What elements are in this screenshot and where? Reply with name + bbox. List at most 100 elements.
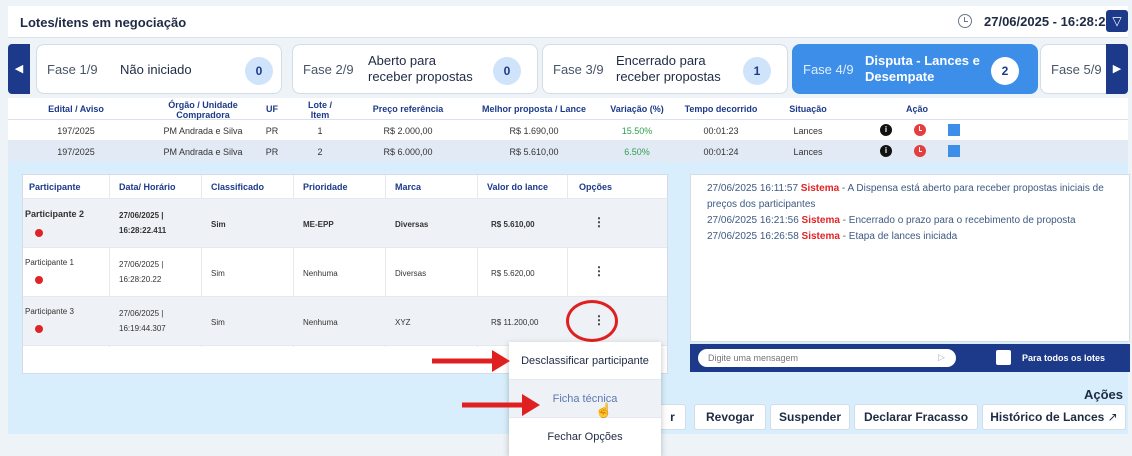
table-cell: PM Andrada e Silva — [163, 126, 243, 136]
phase-count: 2 — [991, 57, 1019, 85]
phase-card-3[interactable]: Fase 3/9 Encerrado para receber proposta… — [542, 44, 788, 94]
status-dot — [35, 325, 43, 333]
brand-value: Diversas — [395, 269, 427, 278]
log-entry: 27/06/2025 16:26:58 Sistema - Etapa de l… — [707, 229, 1117, 245]
column-header: Marca — [395, 182, 422, 192]
bid-value: R$ 5.620,00 — [491, 269, 535, 278]
phase-count: 1 — [743, 57, 771, 85]
more-options-icon[interactable]: ⋮ — [593, 215, 605, 229]
send-icon[interactable]: ▷ — [938, 352, 950, 364]
column-header: Lote / Item — [308, 100, 332, 120]
square-icon[interactable] — [948, 124, 960, 136]
table-cell: 1 — [317, 126, 323, 136]
table-row[interactable]: 197/2025 PM Andrada e Silva PR 1 R$ 2.00… — [8, 120, 1128, 141]
classified-value: Sim — [211, 220, 226, 229]
log-message: - Etapa de lances iniciada — [839, 231, 958, 242]
annotation-arrow-icon — [432, 350, 510, 372]
square-icon[interactable] — [948, 145, 960, 157]
participant-name: Participante 3 — [25, 307, 74, 316]
hand-cursor-icon: ☝ — [595, 402, 613, 418]
priority-value: Nenhuma — [303, 269, 338, 278]
table-cell: 00:01:24 — [703, 147, 739, 157]
event-log: 27/06/2025 16:11:57 Sistema - A Dispensa… — [690, 174, 1130, 342]
bid-date: 27/06/2025 | — [119, 309, 164, 318]
current-datetime: 27/06/2025 - 16:28:22 — [984, 14, 1113, 29]
phase-number: Fase 3/9 — [553, 62, 604, 77]
classified-value: Sim — [211, 318, 225, 327]
more-options-icon[interactable]: ⋮ — [593, 264, 605, 278]
clock-icon[interactable] — [914, 124, 926, 136]
phase-card-4[interactable]: Fase 4/9 Disputa - Lances e Desempate 2 — [792, 44, 1038, 94]
table-cell: R$ 5.610,00 — [509, 147, 559, 157]
log-timestamp: 27/06/2025 16:11:57 — [707, 183, 799, 194]
classified-value: Sim — [211, 269, 225, 278]
phase-label: Disputa - Lances e Desempate — [865, 53, 980, 84]
table-cell: PR — [265, 126, 279, 136]
info-icon[interactable]: i — [880, 124, 892, 136]
table-row[interactable]: 197/2025 PM Andrada e Silva PR 2 R$ 6.00… — [8, 141, 1128, 162]
table-cell: 197/2025 — [57, 147, 95, 157]
table-cell: 15.50% — [621, 126, 653, 136]
revogar-button[interactable]: Revogar — [694, 404, 766, 430]
phase-number: Fase 2/9 — [303, 62, 354, 77]
bid-date: 27/06/2025 | — [119, 260, 164, 269]
status-dot — [35, 276, 43, 284]
bid-time: 16:19:44.307 — [119, 324, 166, 333]
highlight-circle — [566, 300, 618, 342]
all-lots-checkbox[interactable] — [996, 350, 1011, 365]
bid-value: R$ 11.200,00 — [491, 318, 539, 327]
chevron-right-icon[interactable]: ▶ — [1106, 44, 1128, 94]
chevron-left-icon[interactable]: ◀ — [8, 44, 30, 94]
info-icon[interactable]: i — [880, 145, 892, 157]
historico-lances-label: Histórico de Lances — [990, 410, 1105, 424]
desclassificar-participante-menu-item[interactable]: Desclassificar participante — [509, 342, 661, 380]
phase-card-5[interactable]: Fase 5/9 — [1040, 44, 1110, 94]
table-cell: R$ 2.000,00 — [383, 126, 433, 136]
partial-action-button[interactable]: r — [660, 404, 686, 430]
bid-date: 27/06/2025 | — [119, 211, 164, 220]
table-cell: PR — [265, 147, 279, 157]
log-entry: 27/06/2025 16:21:56 Sistema - Encerrado … — [707, 213, 1117, 229]
all-lots-label: Para todos os lotes — [1022, 353, 1106, 363]
bid-time: 16:28:22.411 — [119, 226, 167, 235]
phase-strip: ◀ Fase 1/9 Não iniciado 0 Fase 2/9 Abert… — [8, 44, 1128, 94]
suspender-button[interactable]: Suspender — [770, 404, 850, 430]
annotation-arrow-icon — [462, 394, 540, 416]
priority-value: ME-EPP — [303, 220, 334, 229]
phase-card-1[interactable]: Fase 1/9 Não iniciado 0 — [36, 44, 282, 94]
column-header: Participante — [29, 182, 81, 192]
message-bar: ▷ Para todos os lotes — [690, 344, 1130, 372]
column-header: UF — [266, 104, 278, 114]
column-header: Opções — [579, 182, 613, 192]
lots-table: Edital / Aviso Órgão / Unidade Comprador… — [8, 98, 1128, 162]
bid-time: 16:28:20.22 — [119, 275, 162, 284]
brand-value: Diversas — [395, 220, 429, 229]
participant-name: Participante 1 — [25, 258, 74, 267]
page-title: Lotes/itens em negociação — [20, 15, 187, 30]
table-cell: Lances — [793, 147, 823, 157]
log-source: Sistema — [801, 215, 840, 226]
column-header: Variação (%) — [610, 104, 664, 114]
historico-lances-button[interactable]: Histórico de Lances ↗ — [982, 404, 1126, 430]
table-cell: 2 — [317, 147, 323, 157]
message-input[interactable] — [698, 349, 956, 367]
table-row[interactable]: Participante 1 27/06/2025 | 16:28:20.22 … — [23, 248, 667, 297]
column-header: Valor do lance — [487, 182, 549, 192]
actions-title: Ações — [1084, 387, 1124, 402]
participant-name: Participante 2 — [25, 209, 85, 219]
log-message: - Encerrado o prazo para o recebimento d… — [839, 215, 1076, 226]
column-header: Preço referência — [372, 104, 444, 114]
table-row[interactable]: Participante 2 27/06/2025 | 16:28:22.411… — [23, 199, 667, 248]
declarar-fracasso-button[interactable]: Declarar Fracasso — [854, 404, 978, 430]
fechar-opcoes-menu-item[interactable]: Fechar Opções — [509, 418, 661, 456]
clock-icon[interactable] — [914, 145, 926, 157]
column-header: Órgão / Unidade Compradora — [168, 100, 238, 120]
lots-table-header: Edital / Aviso Órgão / Unidade Comprador… — [8, 98, 1128, 120]
phase-count: 0 — [245, 57, 273, 85]
log-source: Sistema — [800, 183, 840, 194]
filter-icon[interactable]: ▽ — [1106, 10, 1128, 32]
column-header: Tempo decorrido — [684, 104, 758, 114]
phase-card-2[interactable]: Fase 2/9 Aberto para receber propostas 0 — [292, 44, 538, 94]
table-cell: PM Andrada e Silva — [163, 147, 243, 157]
page-header: Lotes/itens em negociação 27/06/2025 - 1… — [8, 6, 1128, 38]
